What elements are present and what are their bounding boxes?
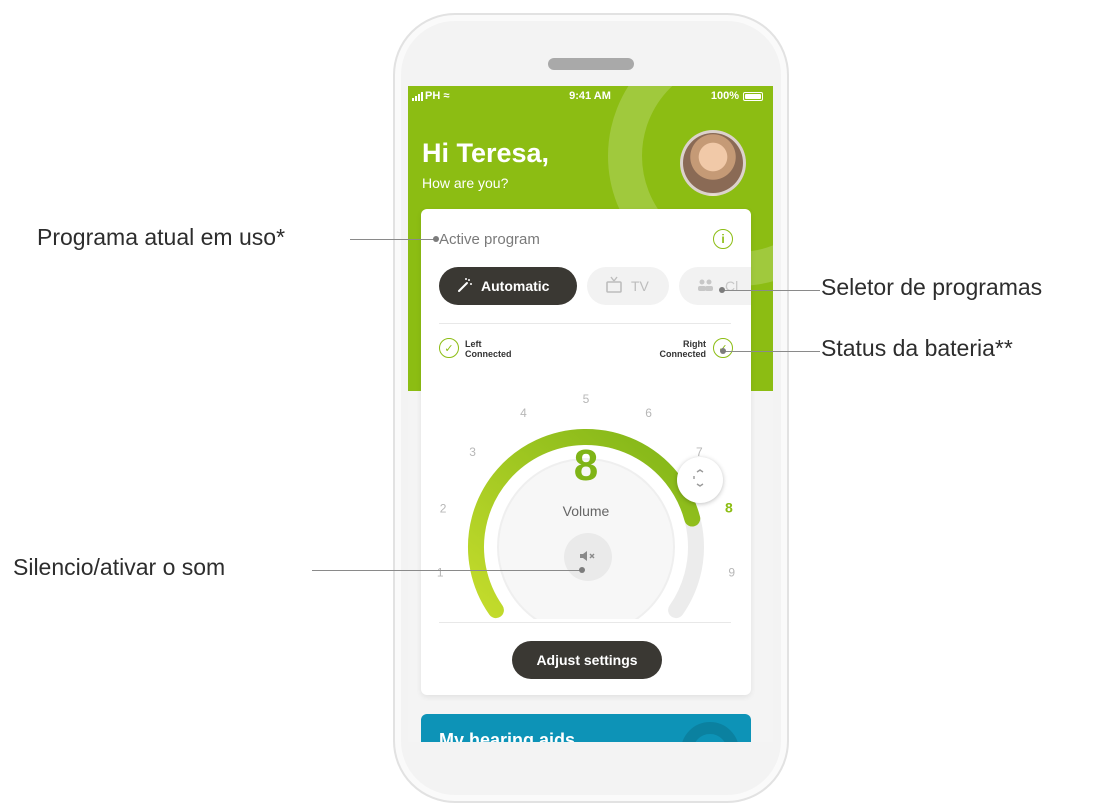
volume-value: 8 bbox=[573, 441, 599, 490]
program-chip-label: Cl bbox=[725, 278, 739, 294]
volume-knob[interactable] bbox=[677, 457, 723, 503]
my-hearing-aids-title: My hearing aids bbox=[439, 730, 576, 742]
people-icon bbox=[697, 278, 717, 295]
program-chip-automatic[interactable]: Automatic bbox=[439, 267, 577, 305]
battery-percent: 100% bbox=[710, 90, 739, 102]
card-decoration bbox=[681, 722, 739, 742]
program-chip-cl[interactable]: Cl bbox=[679, 267, 751, 305]
callout-battery-status: Status da bateria** bbox=[821, 335, 1013, 361]
mute-button[interactable] bbox=[564, 533, 612, 581]
adjust-settings-button[interactable]: Adjust settings bbox=[512, 641, 662, 679]
app-screen: PH ≈ 9:41 AM 100% Hi Teresa, How are you… bbox=[408, 86, 773, 742]
status-bar-time: 9:41 AM bbox=[569, 90, 611, 102]
signal-icon bbox=[412, 91, 423, 101]
my-hearing-aids-card[interactable]: My hearing aids bbox=[421, 714, 751, 742]
volume-tick-label: 6 bbox=[645, 406, 652, 420]
magic-wand-icon bbox=[457, 277, 473, 296]
callout-dot-current-program bbox=[433, 236, 439, 242]
callout-dot-mute bbox=[579, 567, 585, 573]
callout-line-battery-status bbox=[723, 351, 820, 352]
volume-tick-label: 5 bbox=[583, 392, 590, 406]
volume-tick-label: 8 bbox=[725, 500, 733, 516]
active-program-label: Active program bbox=[439, 231, 540, 248]
volume-tick-label: 1 bbox=[437, 566, 444, 580]
status-bar-carrier: PH ≈ bbox=[412, 90, 449, 102]
info-icon-glyph: i bbox=[721, 232, 725, 246]
callout-line-program-selector bbox=[722, 290, 820, 291]
program-volume-card: Active program i Automatic TV Cl ✓ Left … bbox=[421, 209, 751, 695]
callout-line-current-program bbox=[350, 239, 436, 240]
volume-tick-label: 2 bbox=[440, 502, 447, 516]
callout-line-mute bbox=[312, 570, 582, 571]
battery-icon bbox=[743, 91, 763, 101]
volume-tick-label: 4 bbox=[520, 406, 527, 420]
divider-top bbox=[439, 323, 731, 324]
status-bar-battery: 100% bbox=[711, 90, 763, 102]
info-icon[interactable]: i bbox=[713, 229, 733, 249]
callout-program-selector: Seletor de programas bbox=[821, 274, 1043, 300]
divider-bottom bbox=[439, 622, 731, 623]
program-chip-tv[interactable]: TV bbox=[587, 267, 669, 305]
volume-tick-label: 9 bbox=[728, 566, 735, 580]
callout-dot-program-selector bbox=[719, 287, 725, 293]
volume-label: Volume bbox=[562, 503, 610, 519]
avatar[interactable] bbox=[680, 130, 746, 196]
drag-arrows-icon bbox=[691, 468, 709, 492]
volume-tick-label: 3 bbox=[469, 445, 476, 459]
callout-current-program: Programa atual em uso* bbox=[37, 224, 286, 250]
tv-icon bbox=[605, 276, 623, 297]
speaker-mute-icon bbox=[579, 549, 597, 566]
wifi-icon: ≈ bbox=[443, 90, 450, 102]
greeting-subtitle: How are you? bbox=[422, 175, 509, 191]
phone-speaker bbox=[548, 58, 634, 70]
callout-mute: Silencio/ativar o som bbox=[13, 554, 226, 580]
program-selector: Automatic TV Cl bbox=[439, 267, 751, 307]
program-chip-label: TV bbox=[631, 278, 649, 294]
carrier-label: PH bbox=[425, 90, 441, 102]
program-chip-label: Automatic bbox=[481, 278, 550, 294]
callout-dot-battery-status bbox=[720, 348, 726, 354]
status-bar: PH ≈ 9:41 AM 100% bbox=[408, 86, 773, 106]
greeting-title: Hi Teresa, bbox=[422, 138, 550, 168]
